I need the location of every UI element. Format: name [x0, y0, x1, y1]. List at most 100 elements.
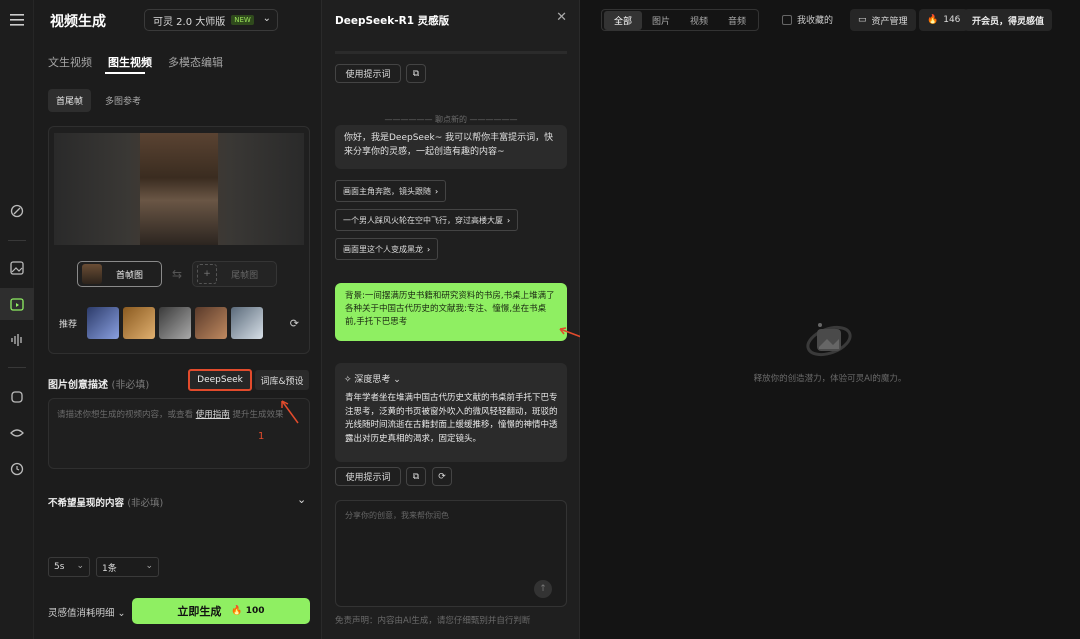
disclaimer: 免责声明：内容由AI生成，请您仔细甄别并自行判断 — [335, 616, 531, 626]
filter-all[interactable]: 全部 — [604, 10, 643, 30]
use-prompt-button[interactable]: 使用提示词 — [335, 64, 401, 83]
swap-icon[interactable]: ⇆ — [172, 267, 182, 281]
negative-prompt-label[interactable]: 不希望呈现的内容 (非必填) — [48, 495, 163, 509]
recommend-label: 推荐 — [59, 319, 78, 330]
points-cost: 🔥 100 — [231, 606, 265, 616]
annotation-arrow — [281, 400, 299, 424]
recommend-thumb[interactable] — [159, 307, 192, 339]
use-prompt-button[interactable]: 使用提示词 — [335, 467, 401, 486]
tab-image-to-video[interactable]: 图生视频 — [108, 54, 152, 70]
negative-optional: (非必填) — [127, 498, 164, 509]
filter-audio[interactable]: 音频 — [718, 11, 756, 30]
generation-panel: 视频生成 可灵 2.0 大师版 NEW ⌄ 文生视频 图生视频 多模态编辑 首尾… — [34, 0, 322, 639]
audio-icon[interactable] — [8, 331, 26, 349]
count-select[interactable]: 1条 ⌄ — [96, 557, 159, 577]
model-select[interactable]: 可灵 2.0 大师版 NEW ⌄ — [144, 9, 278, 31]
app-root: 视频生成 可灵 2.0 大师版 NEW ⌄ 文生视频 图生视频 多模态编辑 首尾… — [0, 0, 1080, 639]
refresh-icon[interactable]: ⟳ — [290, 317, 299, 330]
recommend-thumb[interactable] — [87, 307, 120, 339]
vip-button[interactable]: 开会员，得灵感值 — [964, 9, 1053, 31]
points-count: 146 — [943, 15, 961, 25]
close-icon[interactable]: ✕ — [556, 10, 567, 25]
first-frame-label: 首帧图 — [116, 270, 144, 281]
assistant-answer: ✧ 深度思考 ⌄ 青年学者坐在堆满中国古代历史文献的书桌前手托下巴专注思考，泛黄… — [335, 363, 567, 462]
copy-icon[interactable]: ⧉ — [406, 467, 426, 486]
negative-title: 不希望呈现的内容 — [48, 498, 125, 509]
send-icon[interactable]: ↑ — [534, 580, 552, 598]
page-title: 视频生成 — [50, 14, 106, 30]
new-topic-divider: —————— 聊点新的 —————— — [384, 115, 518, 124]
tab-multimodal-edit[interactable]: 多模态编辑 — [168, 54, 223, 70]
suggestion-chip[interactable]: 画面里这个人变成黑龙 › — [335, 238, 439, 260]
description-title: 图片创意描述 — [48, 380, 108, 391]
filter-images[interactable]: 图片 — [642, 11, 680, 30]
subtab-multi-image-ref[interactable]: 多图参考 — [97, 89, 149, 112]
recommend-thumb[interactable] — [195, 307, 228, 339]
subtab-first-last-frame[interactable]: 首尾帧 — [48, 89, 92, 112]
placeholder-text: 请描述你想生成的视频内容，或查看 — [57, 410, 194, 420]
suggestion-text: 画面里这个人变成黑龙 — [343, 244, 423, 254]
chat-input[interactable]: 分享你的创意，我来帮你润色 ↑ — [335, 500, 567, 607]
description-input[interactable]: 请描述你想生成的视频内容，或查看 使用指南 提升生成效果 — [48, 398, 310, 469]
deep-think-toggle[interactable]: ✧ 深度思考 ⌄ — [344, 372, 401, 385]
answer-text: 青年学者坐在堆满中国古代历史文献的书桌前手托下巴专注思考，泛黄的书页被窗外吹入的… — [345, 393, 558, 444]
suggestion-text: 一个男人踩风火轮在空中飞行，穿过高楼大厦 — [343, 215, 503, 225]
guide-link[interactable]: 使用指南 — [196, 410, 230, 420]
tab-text-to-video[interactable]: 文生视频 — [48, 54, 92, 70]
deepseek-button[interactable]: DeepSeek — [188, 369, 252, 391]
video-icon[interactable] — [8, 295, 26, 313]
first-frame-button[interactable]: 首帧图 — [77, 261, 163, 287]
asset-filter: 全部 图片 视频 音频 — [601, 9, 760, 31]
optional-hint: (非必填) — [111, 380, 150, 391]
filter-videos[interactable]: 视频 — [680, 11, 718, 30]
count-value: 1条 — [102, 563, 117, 574]
description-label: 图片创意描述 (非必填) — [48, 376, 149, 391]
menu-icon[interactable] — [8, 11, 26, 29]
plus-icon: + — [197, 264, 218, 284]
cube-icon[interactable] — [8, 388, 26, 406]
chevron-down-icon: ⌄ — [262, 13, 271, 24]
points-balance[interactable]: 🔥 146 — [919, 9, 969, 31]
favorites-checkbox[interactable]: 我收藏的 — [782, 13, 833, 26]
tab-indicator — [105, 72, 145, 74]
history-icon[interactable] — [8, 460, 26, 478]
chevron-down-icon[interactable]: ⌄ — [297, 493, 306, 506]
brush-icon[interactable] — [8, 202, 26, 220]
recommend-thumb[interactable] — [123, 307, 156, 339]
cost-detail-toggle[interactable]: 灵感值消耗明细 ⌄ — [48, 605, 126, 619]
last-frame-button[interactable]: + 尾帧图 — [192, 261, 278, 287]
recommend-thumb[interactable] — [231, 307, 264, 339]
uploaded-image — [140, 133, 218, 245]
mode-tabs: 文生视频 图生视频 多模态编辑 — [48, 54, 223, 70]
favorites-label: 我收藏的 — [797, 16, 834, 26]
last-frame-label: 尾帧图 — [231, 270, 259, 281]
assistant-greeting: 你好，我是DeepSeek~ 我可以帮你丰富提示词，快来分享你的灵感，一起创造有… — [335, 125, 567, 169]
image-icon[interactable] — [8, 259, 26, 277]
suggestion-chip[interactable]: 一个男人踩风火轮在空中飞行，穿过高楼大厦 › — [335, 209, 519, 231]
suggestion-chip[interactable]: 画面主角奔跑，镜头跟随 › — [335, 180, 447, 202]
recommend-row: 推荐 — [59, 307, 264, 339]
eye-icon[interactable] — [8, 424, 26, 442]
generate-button[interactable]: 立即生成 🔥 100 — [132, 598, 310, 624]
deepseek-panel: DeepSeek-R1 灵感版 ✕ 使用提示词 ⧉ —————— 聊点新的 ——… — [322, 0, 580, 639]
library-presets-button[interactable]: 词库&预设 — [255, 370, 309, 390]
left-rail — [0, 0, 34, 639]
empty-state-text: 释放你的创造潜力，体验可灵AI的魔力。 — [753, 374, 907, 384]
checkbox-icon — [782, 14, 792, 25]
empty-state-icon — [806, 323, 852, 357]
user-message: 背景:一间摆满历史书籍和研究资料的书房,书桌上堆满了各种关于中国古代历史的文献我… — [335, 283, 567, 341]
upload-area[interactable]: 首帧图 ⇆ + 尾帧图 推荐 ⟳ — [48, 126, 310, 354]
chevron-down-icon: ⌄ — [76, 561, 84, 571]
duration-select[interactable]: 5s ⌄ — [48, 557, 90, 577]
rail-divider — [8, 240, 26, 241]
regenerate-icon[interactable]: ⟳ — [432, 467, 452, 486]
points-value: 100 — [245, 606, 265, 616]
duration-value: 5s — [54, 562, 65, 572]
rail-divider — [8, 367, 26, 368]
panel-title: DeepSeek-R1 灵感版 — [335, 15, 450, 27]
copy-icon[interactable]: ⧉ — [406, 64, 426, 83]
first-frame-thumb — [82, 264, 102, 284]
annotation-label: 1 — [258, 431, 265, 442]
asset-management-button[interactable]: ▭ 资产管理 — [850, 9, 916, 31]
chat-placeholder: 分享你的创意，我来帮你润色 — [345, 511, 449, 520]
